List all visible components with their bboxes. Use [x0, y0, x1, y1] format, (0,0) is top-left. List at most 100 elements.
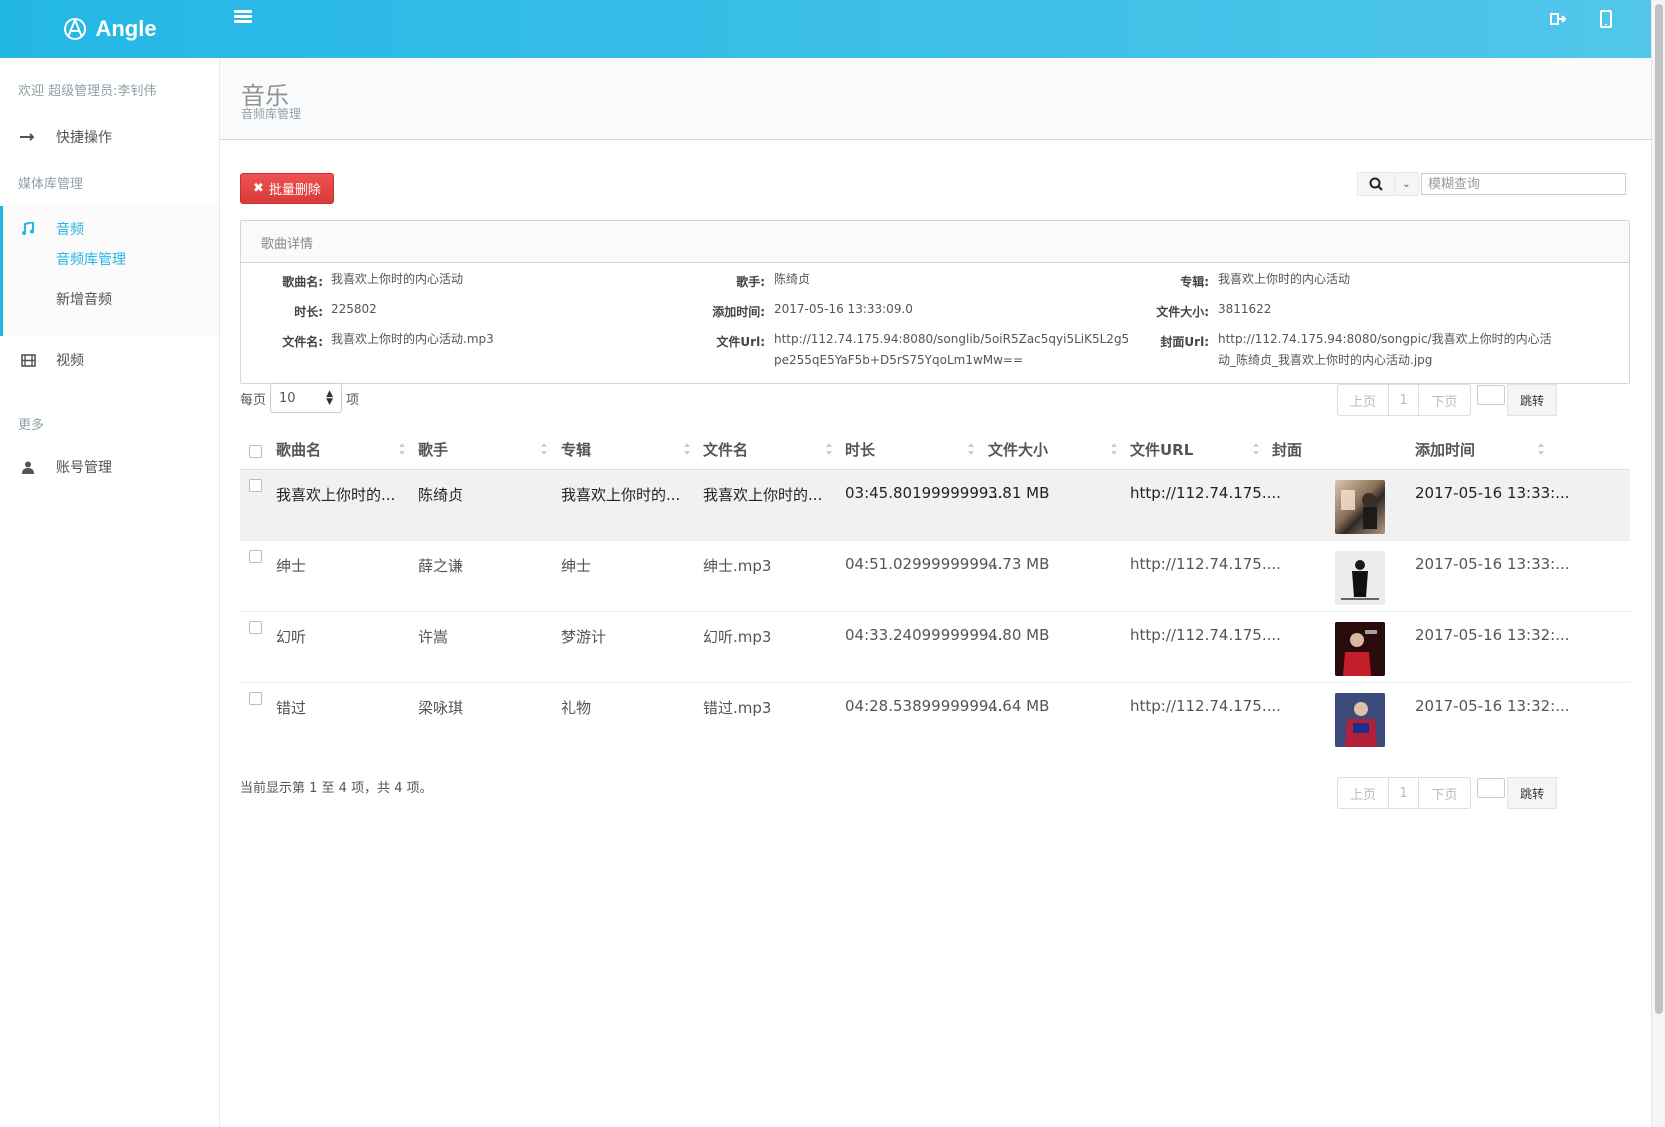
sidebar-item-label: 视频: [56, 353, 84, 369]
batch-delete-button[interactable]: ✖ 批量删除: [240, 173, 334, 204]
page-length-select[interactable]: 10 ▲ ▼: [270, 383, 343, 413]
sidebar-item-account[interactable]: 账号管理: [0, 446, 219, 488]
select-all-checkbox[interactable]: [249, 445, 262, 458]
sidebar-item-video[interactable]: 视频: [0, 339, 219, 381]
table-row[interactable]: 幻听 许嵩 梦游计 幻听.mp3 04:33.2409999999... 4.8…: [240, 612, 1630, 683]
cell-album: 绅士: [561, 557, 592, 575]
row-checkbox[interactable]: [249, 479, 262, 492]
column-header[interactable]: 专辑: [561, 439, 591, 460]
cell-album: 梦游计: [561, 628, 607, 646]
cover-thumbnail[interactable]: [1335, 480, 1385, 534]
cell-file: 错过.mp3: [703, 699, 772, 717]
brand-name: Angle: [95, 16, 157, 41]
cell-size: 4.73 MB: [988, 555, 1050, 573]
sidebar-sub-audio-library[interactable]: 音频库管理: [56, 249, 126, 269]
cell-size: 4.80 MB: [988, 626, 1050, 644]
table-row[interactable]: 绅士 薛之谦 绅士 绅士.mp3 04:51.0299999999... 4.7…: [240, 541, 1630, 612]
sort-icon[interactable]: [683, 442, 691, 456]
welcome-text: 欢迎 超级管理员:李钊伟: [18, 84, 157, 99]
next-page-button[interactable]: 下页: [1419, 384, 1471, 416]
page-length-value: 10: [279, 390, 296, 406]
row-checkbox[interactable]: [249, 692, 262, 705]
cell-album: 我喜欢上你时的...: [561, 486, 681, 504]
column-header[interactable]: 添加时间: [1415, 439, 1475, 460]
cell-file: 幻听.mp3: [703, 628, 772, 646]
pagination-top: 上页 1 下页 跳转: [1337, 384, 1557, 416]
detail-value: 225802: [331, 302, 377, 316]
detail-label: 封面Url:: [1160, 335, 1209, 349]
page-subtitle: 音频库管理: [241, 107, 302, 121]
more-heading: 更多: [18, 418, 45, 433]
main-content: 音乐 音频库管理 ✖ 批量删除 ⌄ 歌曲详情 歌曲名: 我喜欢上你时的内心活动 …: [220, 58, 1651, 1127]
cell-duration: 03:45.8019999999...: [845, 484, 1003, 502]
jump-page-input[interactable]: [1477, 385, 1505, 405]
search-icon[interactable]: [1357, 172, 1395, 196]
search-input[interactable]: [1421, 173, 1626, 195]
length-prefix: 每页: [240, 392, 267, 408]
sidebar-item-label: 音频: [56, 222, 84, 238]
sort-icon[interactable]: [1537, 442, 1545, 456]
column-header[interactable]: 文件大小: [988, 439, 1048, 460]
next-page-button[interactable]: 下页: [1419, 777, 1471, 809]
sidebar-sub-add-audio[interactable]: 新增音频: [56, 289, 112, 309]
table-info: 当前显示第 1 至 4 项，共 4 项。: [240, 781, 433, 796]
cell-duration: 04:28.5389999999...: [845, 697, 1003, 715]
sort-icon[interactable]: [540, 442, 548, 456]
cover-thumbnail[interactable]: [1335, 693, 1385, 747]
cell-duration: 04:33.2409999999...: [845, 626, 1003, 644]
sidebar-item-audio[interactable]: 音频: [0, 208, 219, 250]
cell-url: http://112.74.175....: [1130, 484, 1281, 502]
detail-label: 歌曲名:: [282, 275, 323, 289]
prev-page-button[interactable]: 上页: [1337, 777, 1389, 809]
detail-value: pe255qE5YaF5b+D5rS75YqoLm1wMw==: [774, 353, 1024, 367]
detail-value: 2017-05-16 13:33:09.0: [774, 302, 913, 316]
music-note-icon: [0, 222, 56, 236]
table-row[interactable]: 我喜欢上你时的... 陈绮贞 我喜欢上你时的... 我喜欢上你时的... 03:…: [240, 470, 1630, 541]
page-scrollbar[interactable]: [1651, 0, 1665, 1127]
user-icon: [0, 461, 56, 474]
cell-singer: 许嵩: [418, 628, 449, 646]
cell-url: http://112.74.175....: [1130, 626, 1281, 644]
table-row[interactable]: 错过 梁咏琪 礼物 错过.mp3 04:28.5389999999... 4.6…: [240, 683, 1630, 754]
mobile-icon[interactable]: [1597, 10, 1615, 28]
cell-singer: 薛之谦: [418, 557, 464, 575]
jump-button[interactable]: 跳转: [1507, 777, 1557, 809]
sort-icon[interactable]: [825, 442, 833, 456]
column-header[interactable]: 时长: [845, 439, 875, 460]
detail-value: http://112.74.175.94:8080/songpic/我喜欢上你时…: [1218, 332, 1552, 346]
menu-toggle-icon[interactable]: [234, 10, 252, 28]
page-length-control: 每页 10 ▲ ▼ 项: [240, 383, 359, 413]
prev-page-button[interactable]: 上页: [1337, 384, 1389, 416]
detail-header: 歌曲详情: [241, 221, 1629, 263]
sort-icon[interactable]: [1252, 442, 1260, 456]
row-checkbox[interactable]: [249, 621, 262, 634]
jump-button[interactable]: 跳转: [1507, 384, 1557, 416]
detail-value: 我喜欢上你时的内心活动.mp3: [331, 332, 494, 346]
sidebar-item-quick[interactable]: 快捷操作: [0, 116, 219, 158]
cover-thumbnail[interactable]: [1335, 622, 1385, 676]
column-header[interactable]: 文件URL: [1130, 439, 1193, 460]
sort-icon[interactable]: [398, 442, 406, 456]
sort-icon[interactable]: [1110, 442, 1118, 456]
batch-delete-label: 批量删除: [268, 183, 321, 198]
row-checkbox[interactable]: [249, 550, 262, 563]
detail-label: 文件大小:: [1156, 305, 1209, 319]
page-number-button[interactable]: 1: [1389, 384, 1419, 416]
page-number-button[interactable]: 1: [1389, 777, 1419, 809]
logout-icon[interactable]: [1549, 10, 1567, 28]
page-header: 音乐 音频库管理: [220, 58, 1651, 140]
close-icon: ✖: [253, 181, 264, 196]
column-header[interactable]: 歌曲名: [276, 439, 321, 460]
sort-icon[interactable]: [967, 442, 975, 456]
pagination-bottom: 上页 1 下页 跳转: [1337, 777, 1557, 809]
cell-file: 绅士.mp3: [703, 557, 772, 575]
songs-table: 歌曲名 歌手 专辑 文件名 时长 文件大小 文件URL 封面 添加时间 我喜欢上…: [240, 428, 1630, 754]
chevron-double-down-icon[interactable]: ⌄: [1395, 172, 1419, 196]
column-header[interactable]: 歌手: [418, 439, 448, 460]
cover-thumbnail[interactable]: [1335, 551, 1385, 605]
column-header[interactable]: 文件名: [703, 439, 748, 460]
brand-logo[interactable]: Angle: [0, 0, 220, 58]
detail-value: 我喜欢上你时的内心活动: [1218, 272, 1351, 286]
search-group: ⌄: [1357, 172, 1626, 196]
jump-page-input[interactable]: [1477, 778, 1505, 798]
